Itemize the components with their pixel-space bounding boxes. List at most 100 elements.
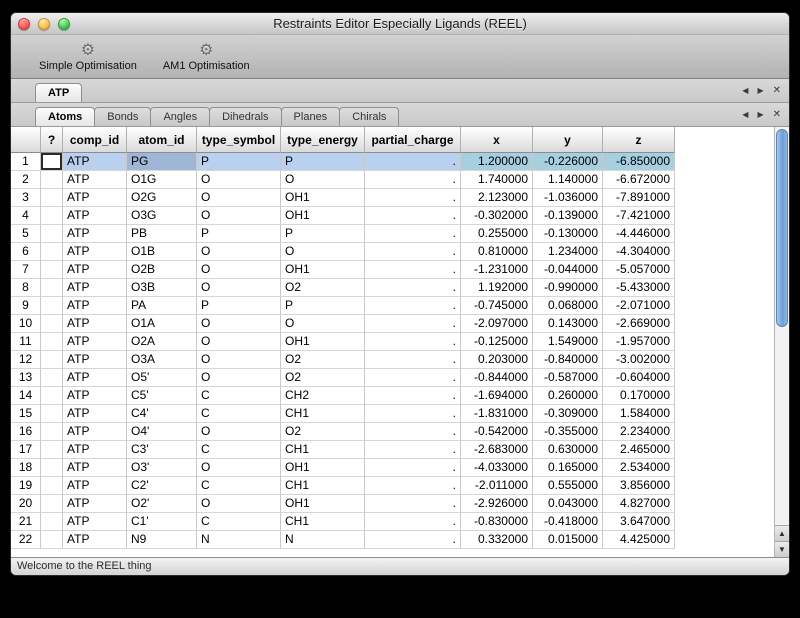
column-header-atom-id[interactable]: atom_id [127, 127, 197, 153]
table-row[interactable]: 21ATPC1'CCH1.-0.830000-0.4180003.647000 [11, 513, 675, 531]
cell-z[interactable]: -0.604000 [603, 369, 675, 387]
scroll-up-icon[interactable]: ▲ [775, 525, 789, 541]
next-tab-icon[interactable]: ▶ [757, 86, 763, 95]
cell-q[interactable] [41, 207, 63, 225]
cell-atom_id[interactable]: O3' [127, 459, 197, 477]
cell-type_symbol[interactable]: C [197, 513, 281, 531]
cell-comp_id[interactable]: ATP [63, 207, 127, 225]
cell-type_symbol[interactable]: O [197, 171, 281, 189]
cell-partial_charge[interactable]: . [365, 225, 461, 243]
table-row[interactable]: 16ATPO4'OO2.-0.542000-0.3550002.234000 [11, 423, 675, 441]
cell-q[interactable] [41, 261, 63, 279]
cell-x[interactable]: -2.926000 [461, 495, 533, 513]
table-row[interactable]: 9ATPPAPP.-0.7450000.068000-2.071000 [11, 297, 675, 315]
cell-type_symbol[interactable]: P [197, 297, 281, 315]
zoom-window-button[interactable] [58, 18, 70, 30]
tab-dihedrals[interactable]: Dihedrals [209, 107, 281, 126]
cell-y[interactable]: -0.139000 [533, 207, 603, 225]
table-row[interactable]: 20ATPO2'OOH1.-2.9260000.0430004.827000 [11, 495, 675, 513]
simple-optimisation-button[interactable]: ⚙ Simple Optimisation [39, 42, 137, 72]
row-number-cell[interactable]: 15 [11, 405, 41, 423]
cell-atom_id[interactable]: PB [127, 225, 197, 243]
cell-y[interactable]: -0.044000 [533, 261, 603, 279]
cell-type_energy[interactable]: CH1 [281, 513, 365, 531]
row-number-cell[interactable]: 19 [11, 477, 41, 495]
cell-atom_id[interactable]: C1' [127, 513, 197, 531]
cell-y[interactable]: 0.260000 [533, 387, 603, 405]
cell-partial_charge[interactable]: . [365, 207, 461, 225]
column-header-comp-id[interactable]: comp_id [63, 127, 127, 153]
cell-atom_id[interactable]: O3B [127, 279, 197, 297]
cell-x[interactable]: -2.011000 [461, 477, 533, 495]
cell-partial_charge[interactable]: . [365, 333, 461, 351]
cell-y[interactable]: 0.143000 [533, 315, 603, 333]
cell-x[interactable]: -1.694000 [461, 387, 533, 405]
cell-y[interactable]: 1.140000 [533, 171, 603, 189]
cell-y[interactable]: 0.165000 [533, 459, 603, 477]
cell-z[interactable]: -1.957000 [603, 333, 675, 351]
cell-x[interactable]: 1.192000 [461, 279, 533, 297]
column-header-partial-charge[interactable]: partial_charge [365, 127, 461, 153]
cell-y[interactable]: -0.309000 [533, 405, 603, 423]
cell-atom_id[interactable]: O2B [127, 261, 197, 279]
cell-type_energy[interactable]: O [281, 315, 365, 333]
cell-x[interactable]: -1.831000 [461, 405, 533, 423]
row-number-cell[interactable]: 10 [11, 315, 41, 333]
cell-z[interactable]: 2.465000 [603, 441, 675, 459]
row-number-cell[interactable]: 5 [11, 225, 41, 243]
cell-type_symbol[interactable]: C [197, 387, 281, 405]
cell-comp_id[interactable]: ATP [63, 189, 127, 207]
table-row[interactable]: 17ATPC3'CCH1.-2.6830000.6300002.465000 [11, 441, 675, 459]
cell-partial_charge[interactable]: . [365, 189, 461, 207]
cell-y[interactable]: -0.130000 [533, 225, 603, 243]
cell-type_symbol[interactable]: C [197, 477, 281, 495]
table-row[interactable]: 2ATPO1GOO.1.7400001.140000-6.672000 [11, 171, 675, 189]
next-tab-icon[interactable]: ▶ [757, 110, 763, 119]
table-row[interactable]: 13ATPO5'OO2.-0.844000-0.587000-0.604000 [11, 369, 675, 387]
cell-partial_charge[interactable]: . [365, 315, 461, 333]
close-window-button[interactable] [18, 18, 30, 30]
row-number-cell[interactable]: 12 [11, 351, 41, 369]
table-row[interactable]: 18ATPO3'OOH1.-4.0330000.1650002.534000 [11, 459, 675, 477]
row-number-cell[interactable]: 21 [11, 513, 41, 531]
cell-comp_id[interactable]: ATP [63, 315, 127, 333]
prev-tab-icon[interactable]: ◀ [742, 86, 748, 95]
cell-comp_id[interactable]: ATP [63, 297, 127, 315]
cell-atom_id[interactable]: C2' [127, 477, 197, 495]
close-tab-icon[interactable]: ✕ [773, 85, 781, 96]
cell-x[interactable]: -2.097000 [461, 315, 533, 333]
row-number-cell[interactable]: 18 [11, 459, 41, 477]
cell-partial_charge[interactable]: . [365, 387, 461, 405]
column-header-y[interactable]: y [533, 127, 603, 153]
cell-x[interactable]: -1.231000 [461, 261, 533, 279]
table-row[interactable]: 7ATPO2BOOH1.-1.231000-0.044000-5.057000 [11, 261, 675, 279]
cell-type_energy[interactable]: OH1 [281, 333, 365, 351]
cell-partial_charge[interactable]: . [365, 441, 461, 459]
cell-x[interactable]: -4.033000 [461, 459, 533, 477]
cell-comp_id[interactable]: ATP [63, 495, 127, 513]
cell-q[interactable] [41, 153, 63, 171]
cell-partial_charge[interactable]: . [365, 369, 461, 387]
cell-x[interactable]: -2.683000 [461, 441, 533, 459]
cell-atom_id[interactable]: PA [127, 297, 197, 315]
cell-comp_id[interactable]: ATP [63, 279, 127, 297]
cell-q[interactable] [41, 171, 63, 189]
cell-atom_id[interactable]: O1G [127, 171, 197, 189]
cell-x[interactable]: 0.203000 [461, 351, 533, 369]
cell-x[interactable]: 1.200000 [461, 153, 533, 171]
cell-partial_charge[interactable]: . [365, 495, 461, 513]
cell-type_energy[interactable]: O [281, 243, 365, 261]
cell-x[interactable]: 0.810000 [461, 243, 533, 261]
cell-partial_charge[interactable]: . [365, 513, 461, 531]
cell-comp_id[interactable]: ATP [63, 441, 127, 459]
table-row[interactable]: 19ATPC2'CCH1.-2.0110000.5550003.856000 [11, 477, 675, 495]
cell-y[interactable]: 0.555000 [533, 477, 603, 495]
cell-z[interactable]: 1.584000 [603, 405, 675, 423]
cell-comp_id[interactable]: ATP [63, 513, 127, 531]
minimize-window-button[interactable] [38, 18, 50, 30]
cell-type_symbol[interactable]: O [197, 423, 281, 441]
cell-comp_id[interactable]: ATP [63, 423, 127, 441]
row-number-cell[interactable]: 13 [11, 369, 41, 387]
cell-z[interactable]: 4.425000 [603, 531, 675, 549]
cell-atom_id[interactable]: PG [127, 153, 197, 171]
